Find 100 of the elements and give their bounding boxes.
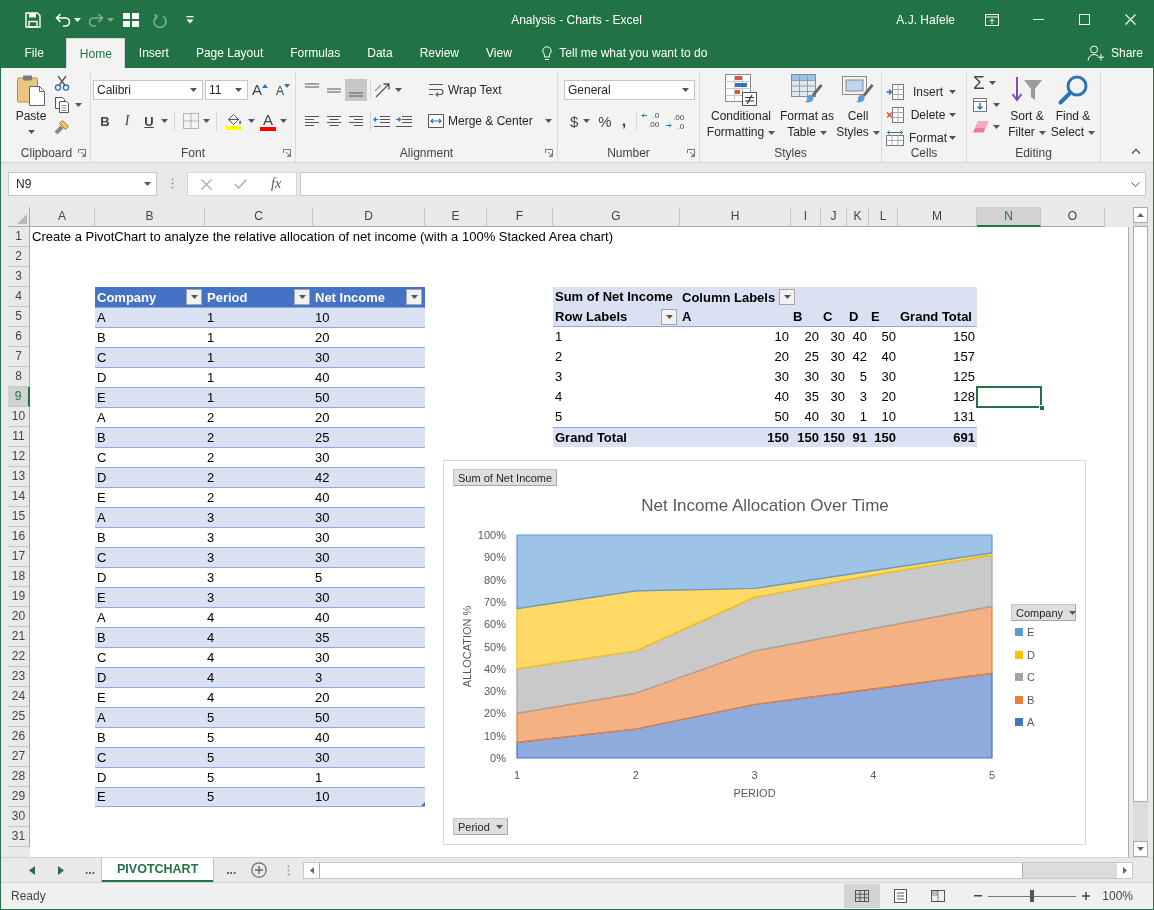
row-header[interactable]: 29 bbox=[8, 787, 30, 807]
column-header[interactable]: N bbox=[977, 207, 1041, 227]
caret-icon[interactable] bbox=[75, 103, 82, 107]
scroll-left-button[interactable] bbox=[304, 862, 320, 878]
column-header[interactable]: A bbox=[30, 207, 95, 227]
zoom-level[interactable]: 100% bbox=[1102, 889, 1133, 903]
chevron-up-icon[interactable] bbox=[1131, 148, 1141, 154]
formula-input[interactable] bbox=[300, 172, 1146, 196]
scroll-up-button[interactable] bbox=[1133, 207, 1148, 223]
row-header[interactable]: 31 bbox=[8, 827, 30, 847]
font-size-box[interactable]: 11 bbox=[205, 80, 248, 100]
underline-button[interactable]: U bbox=[139, 111, 159, 131]
percent-button[interactable]: % bbox=[598, 112, 612, 130]
column-header[interactable]: B bbox=[95, 207, 205, 227]
decrease-indent-icon[interactable] bbox=[373, 114, 391, 128]
increase-decimal-button[interactable]: .0 .00 bbox=[641, 111, 663, 131]
left-triangle-icon[interactable] bbox=[29, 865, 35, 875]
share-button[interactable]: Share bbox=[1086, 38, 1143, 68]
row-header[interactable]: 26 bbox=[8, 727, 30, 747]
caret-icon[interactable] bbox=[280, 119, 287, 123]
row-header[interactable]: 1 bbox=[8, 227, 30, 247]
plus-icon[interactable] bbox=[1082, 892, 1091, 900]
tell-me-button[interactable]: Tell me what you want to do bbox=[542, 38, 708, 68]
caret-icon[interactable] bbox=[74, 17, 81, 22]
check-icon[interactable] bbox=[234, 179, 247, 189]
column-header[interactable]: H bbox=[680, 207, 791, 227]
column-header[interactable]: G bbox=[553, 207, 680, 227]
plus-circle-icon[interactable] bbox=[251, 862, 268, 878]
ribbon-tab[interactable]: Review bbox=[406, 38, 473, 68]
row-header[interactable]: 21 bbox=[8, 627, 30, 647]
paste-button[interactable]: Paste bbox=[12, 72, 50, 144]
italic-button[interactable]: I bbox=[117, 111, 137, 131]
window-arrow-icon[interactable] bbox=[985, 13, 999, 26]
conditional-formatting-button[interactable]: Conditional Formatting bbox=[703, 74, 779, 144]
more-sheets-button[interactable]: ... bbox=[222, 860, 241, 880]
ribbon-tab[interactable]: Page Layout bbox=[182, 38, 277, 68]
format-as-table-button[interactable]: Format as Table bbox=[779, 74, 835, 144]
caret-icon[interactable] bbox=[248, 119, 255, 123]
value-field-button[interactable]: Sum of Net Income bbox=[453, 469, 558, 486]
save-icon[interactable] bbox=[25, 11, 41, 28]
normal-view-button[interactable] bbox=[844, 884, 881, 908]
row-header[interactable]: 6 bbox=[8, 327, 30, 347]
paint-bucket-icon[interactable] bbox=[226, 112, 242, 126]
column-header[interactable]: E bbox=[425, 207, 487, 227]
ribbon-tab[interactable]: Home bbox=[66, 38, 126, 68]
scroll-down-button[interactable] bbox=[1133, 841, 1148, 857]
column-header[interactable]: F bbox=[487, 207, 553, 227]
minimize-icon[interactable] bbox=[1032, 19, 1044, 20]
legend-field-button[interactable]: Company bbox=[1011, 604, 1076, 621]
dropdown-icon[interactable] bbox=[186, 15, 194, 24]
row-header[interactable]: 13 bbox=[8, 467, 30, 487]
caret-icon[interactable] bbox=[203, 119, 210, 123]
row-header[interactable]: 20 bbox=[8, 607, 30, 627]
corner-triangle-icon[interactable] bbox=[421, 802, 425, 806]
row-header[interactable]: 28 bbox=[8, 767, 30, 787]
row-header[interactable]: 7 bbox=[8, 347, 30, 367]
row-header[interactable]: 24 bbox=[8, 687, 30, 707]
row-header[interactable]: 22 bbox=[8, 647, 30, 667]
sort-filter-button[interactable]: Sort & Filter bbox=[1004, 72, 1050, 142]
chevron-down-icon[interactable] bbox=[1131, 181, 1140, 187]
decrease-decimal-button[interactable]: .00 .0 bbox=[666, 111, 688, 131]
currency-button[interactable]: $ bbox=[570, 112, 591, 130]
row-header[interactable]: 18 bbox=[8, 567, 30, 587]
scroll-thumb[interactable] bbox=[319, 862, 1024, 878]
filter-button[interactable] bbox=[186, 289, 202, 305]
autosum-button[interactable]: Σ bbox=[973, 72, 996, 94]
ribbon-tab[interactable]: File bbox=[11, 38, 58, 68]
copy-icon[interactable] bbox=[54, 97, 70, 113]
brush-icon[interactable] bbox=[54, 119, 70, 135]
insert-cells-button[interactable]: Insert bbox=[886, 80, 966, 103]
delete-cells-button[interactable]: Delete bbox=[886, 103, 966, 126]
scroll-right-button[interactable] bbox=[1117, 862, 1133, 878]
font-color-button[interactable]: A bbox=[259, 111, 277, 131]
caret-icon[interactable] bbox=[993, 125, 1000, 129]
row-header[interactable]: 15 bbox=[8, 507, 30, 527]
row-header[interactable]: 23 bbox=[8, 667, 30, 687]
caret-icon[interactable] bbox=[161, 119, 168, 123]
row-header[interactable]: 3 bbox=[8, 267, 30, 287]
ribbon-tab[interactable]: Insert bbox=[125, 38, 183, 68]
merge-center-button[interactable]: Merge & Center bbox=[428, 114, 552, 128]
diagonal-arrow-icon[interactable] bbox=[374, 82, 392, 98]
corner-arrow-icon[interactable] bbox=[283, 149, 291, 157]
down-arrow-box-icon[interactable] bbox=[973, 98, 987, 112]
row-header[interactable]: 12 bbox=[8, 447, 30, 467]
row-header[interactable]: 10 bbox=[8, 407, 30, 427]
corner-arrow-icon[interactable] bbox=[545, 149, 553, 157]
axis-field-button[interactable]: Period bbox=[453, 818, 508, 835]
row-header[interactable]: 16 bbox=[8, 527, 30, 547]
corner-arrow-icon[interactable] bbox=[78, 149, 86, 157]
maximize-icon[interactable] bbox=[1078, 14, 1090, 25]
row-header[interactable]: 11 bbox=[8, 427, 30, 447]
column-header[interactable]: D bbox=[313, 207, 425, 227]
corner-arrow-icon[interactable] bbox=[687, 149, 695, 157]
dotted-square-icon[interactable] bbox=[183, 113, 199, 129]
grid-icon[interactable] bbox=[123, 12, 139, 27]
find-select-button[interactable]: Find & Select bbox=[1050, 72, 1096, 142]
row-header[interactable]: 19 bbox=[8, 587, 30, 607]
filter-button[interactable] bbox=[779, 289, 796, 305]
column-header[interactable]: C bbox=[205, 207, 313, 227]
decrease-font-size-button[interactable]: A bbox=[273, 80, 293, 100]
